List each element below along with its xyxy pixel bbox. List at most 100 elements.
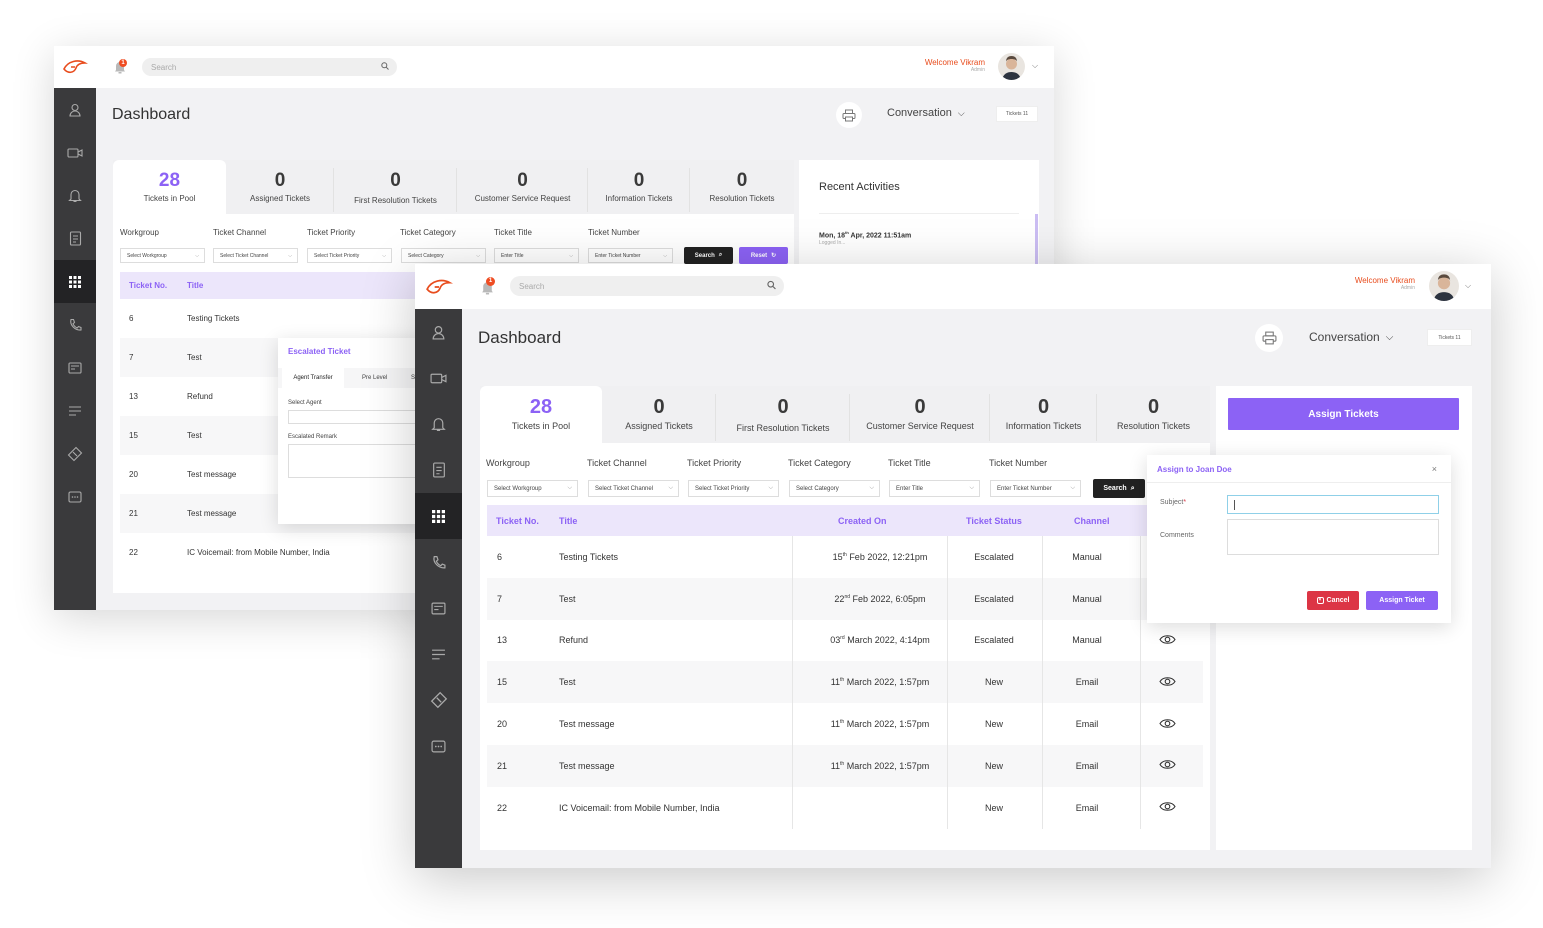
stat-assigned-tickets[interactable]: 0 Assigned Tickets <box>226 160 334 214</box>
table-row[interactable]: 6 Testing Tickets <box>120 299 420 338</box>
search-button[interactable]: Search ⌕ <box>1093 479 1145 498</box>
title-input[interactable]: Enter Title ⌵ <box>494 248 579 263</box>
column-divider <box>1140 619 1141 662</box>
welcome-name: Welcome Vikram <box>924 58 985 67</box>
stat-tickets-in-pool[interactable]: 28 Tickets in Pool <box>480 386 602 443</box>
printer-icon[interactable] <box>836 102 862 128</box>
assign-ticket-button[interactable]: Assign Ticket <box>1366 591 1438 610</box>
scrollbar[interactable] <box>1035 214 1038 264</box>
priority-select[interactable]: Select Ticket Priority ⌵ <box>688 480 779 497</box>
user-icon[interactable] <box>54 88 96 131</box>
conversation-dropdown[interactable]: Conversation ⌵ <box>887 107 965 119</box>
tickets-count-badge[interactable]: Tickets 11 <box>1427 329 1472 346</box>
table-row[interactable]: 15 Test 11th March 2022, 1:57pm New Email <box>487 661 1203 704</box>
ticket-no: 15 <box>129 431 138 440</box>
card-icon[interactable] <box>415 585 462 631</box>
video-icon[interactable] <box>415 355 462 401</box>
column-title[interactable]: Title <box>187 281 203 290</box>
chat-icon[interactable] <box>415 723 462 769</box>
brand-logo-icon[interactable] <box>415 264 462 309</box>
number-input[interactable]: Enter Ticket Number ⌵ <box>990 480 1081 497</box>
subject-input[interactable] <box>1227 495 1439 514</box>
user-icon[interactable] <box>415 309 462 355</box>
bell-icon[interactable] <box>415 401 462 447</box>
card-icon[interactable] <box>54 346 96 389</box>
column-ticket-no[interactable]: Ticket No. <box>496 516 539 526</box>
conversation-dropdown[interactable]: Conversation ⌵ <box>1309 330 1393 344</box>
column-channel[interactable]: Channel <box>1074 516 1110 526</box>
tab-pre-level[interactable]: Pre Level <box>362 375 387 381</box>
search-input[interactable]: Search <box>510 276 784 296</box>
table-row[interactable]: 7 Test 22nd Feb 2022, 6:05pm Escalated Manua… <box>487 577 1203 620</box>
column-title[interactable]: Title <box>559 516 577 526</box>
cancel-button[interactable]: × Cancel <box>1307 591 1359 610</box>
stat-resolution[interactable]: 0 Resolution Tickets <box>1097 386 1210 443</box>
category-select[interactable]: Select Category ⌵ <box>789 480 880 497</box>
printer-icon[interactable] <box>1255 324 1283 352</box>
select-agent-input[interactable] <box>288 410 428 424</box>
column-ticket-status[interactable]: Ticket Status <box>966 516 1022 526</box>
search-button[interactable]: Search ⌕ <box>684 247 733 264</box>
bell-icon[interactable] <box>54 174 96 217</box>
remark-textarea[interactable] <box>288 444 428 478</box>
column-ticket-no[interactable]: Ticket No. <box>129 281 167 290</box>
document-icon[interactable] <box>54 217 96 260</box>
view-eye-icon[interactable] <box>1159 759 1176 772</box>
view-eye-icon[interactable] <box>1159 634 1176 647</box>
reset-button[interactable]: Reset ↻ <box>739 247 788 264</box>
stat-information[interactable]: 0 Information Tickets <box>588 160 690 214</box>
table-row[interactable]: 22 IC Voicemail: from Mobile Number, Indi… <box>487 786 1203 829</box>
stat-resolution[interactable]: 0 Resolution Tickets <box>690 160 794 214</box>
phone-icon[interactable] <box>54 303 96 346</box>
view-eye-icon[interactable] <box>1159 801 1176 814</box>
close-icon[interactable]: × <box>1432 464 1437 474</box>
stat-information[interactable]: 0 Information Tickets <box>990 386 1097 443</box>
user-menu-chevron-icon[interactable]: ⌵ <box>1465 281 1471 291</box>
ticket-icon[interactable] <box>415 677 462 723</box>
grid-icon[interactable] <box>54 260 96 303</box>
list-icon[interactable] <box>54 389 96 432</box>
tab-agent-transfer[interactable]: Agent Transfer <box>282 368 344 388</box>
avatar[interactable] <box>998 53 1025 80</box>
category-select[interactable]: Select Category ⌵ <box>401 248 486 263</box>
brand-logo-icon[interactable] <box>54 46 96 88</box>
workgroup-select[interactable]: Select Workgroup ⌵ <box>487 480 578 497</box>
phone-icon[interactable] <box>415 539 462 585</box>
video-icon[interactable] <box>54 131 96 174</box>
column-created-on[interactable]: Created On <box>838 516 887 526</box>
search-icon[interactable] <box>381 62 389 72</box>
channel-select[interactable]: Select Ticket Channel ⌵ <box>588 480 679 497</box>
grid-icon[interactable] <box>415 493 462 539</box>
user-menu-chevron-icon[interactable]: ⌵ <box>1032 61 1038 71</box>
tickets-count-badge[interactable]: Tickets 11 <box>996 106 1038 122</box>
stat-customer-service[interactable]: 0 Customer Service Request <box>457 160 588 214</box>
stat-first-resolution[interactable]: 0 First Resolution Tickets <box>716 386 850 443</box>
table-row[interactable]: 20 Test message 11th March 2022, 1:57pm New… <box>487 703 1203 745</box>
assign-tickets-button[interactable]: Assign Tickets <box>1228 398 1459 430</box>
stat-customer-service[interactable]: 0 Customer Service Request <box>850 386 990 443</box>
title-input[interactable]: Enter Title ⌵ <box>889 480 980 497</box>
document-icon[interactable] <box>415 447 462 493</box>
channel-select[interactable]: Select Ticket Channel ⌵ <box>213 248 298 263</box>
workgroup-select[interactable]: Select Workgroup ⌵ <box>120 248 205 263</box>
table-row[interactable]: 13 Refund 03rd March 2022, 4:14pm Escalated… <box>487 619 1203 662</box>
view-eye-icon[interactable] <box>1159 718 1176 731</box>
list-icon[interactable] <box>415 631 462 677</box>
avatar[interactable] <box>1429 271 1459 301</box>
table-row[interactable]: 21 Test message 11th March 2022, 1:57pm New… <box>487 745 1203 787</box>
comments-textarea[interactable] <box>1227 519 1439 555</box>
stat-assigned-tickets[interactable]: 0 Assigned Tickets <box>602 386 716 443</box>
stat-first-resolution[interactable]: 0 First Resolution Tickets <box>334 160 457 214</box>
view-eye-icon[interactable] <box>1159 676 1176 689</box>
ticket-icon[interactable] <box>54 432 96 475</box>
search-input[interactable]: Search <box>142 58 397 76</box>
chat-icon[interactable] <box>54 475 96 518</box>
number-input[interactable]: Enter Ticket Number ⌵ <box>588 248 673 263</box>
ticket-channel: Manual <box>1072 593 1102 604</box>
priority-select[interactable]: Select Ticket Priority ⌵ <box>307 248 392 263</box>
table-row[interactable]: 6 Testing Tickets 15th Feb 2022, 12:21pm Es… <box>487 536 1203 578</box>
column-divider <box>1042 786 1043 829</box>
table-row[interactable]: 22 IC Voicemail: from Mobile Number, Indi… <box>120 533 420 572</box>
stat-tickets-in-pool[interactable]: 28 Tickets in Pool <box>113 160 226 214</box>
search-icon[interactable] <box>767 280 776 292</box>
